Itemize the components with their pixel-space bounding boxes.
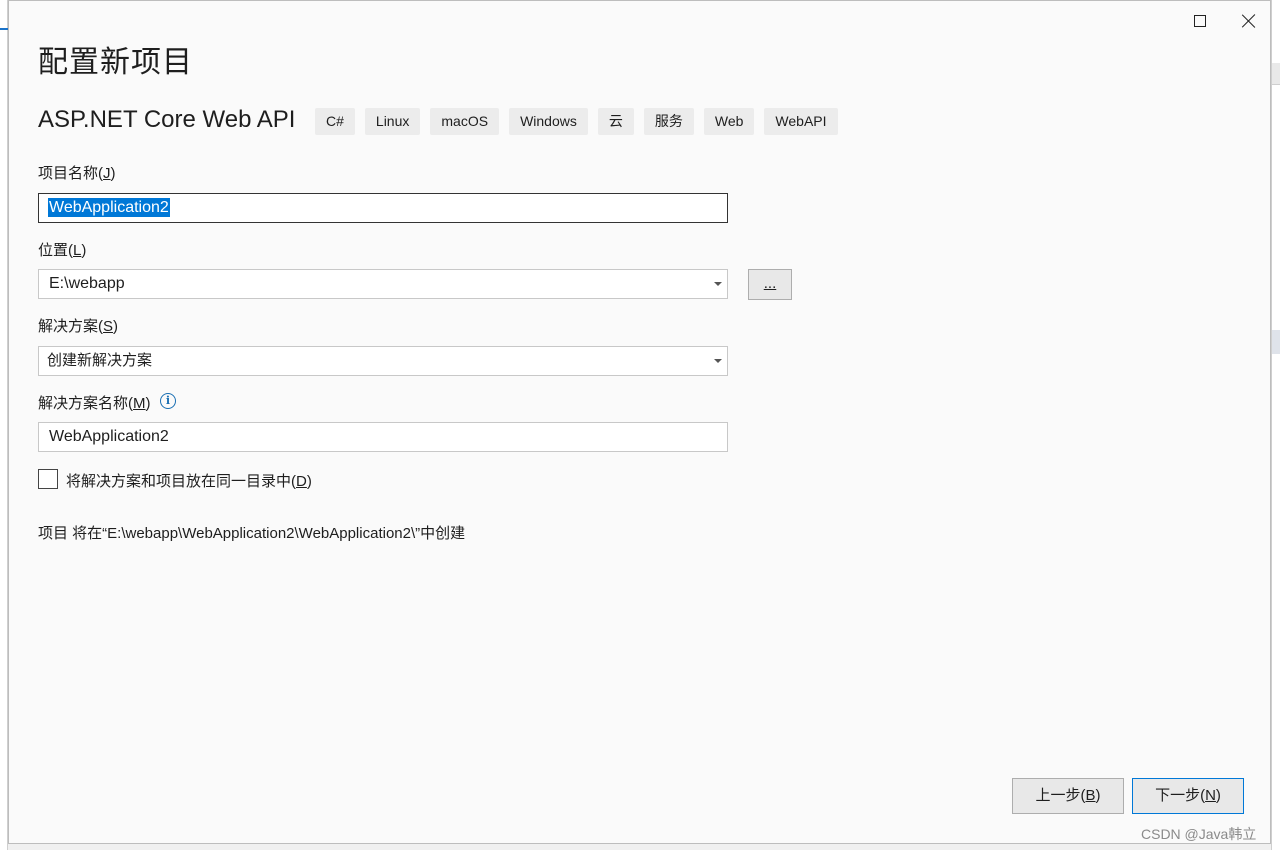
background-ide-left-edge	[0, 0, 8, 850]
solution-value: 创建新解决方案	[47, 352, 153, 369]
tag-macos: macOS	[430, 108, 500, 135]
project-name-value: WebApplication2	[48, 198, 170, 217]
same-directory-label[interactable]: 将解决方案和项目放在同一目录中(D)	[66, 470, 312, 491]
location-value: E:\webapp	[49, 275, 125, 292]
tag-webapi: WebAPI	[764, 108, 838, 135]
page-title: 配置新项目	[38, 46, 193, 79]
back-button[interactable]: 上一步(B)	[1012, 778, 1124, 814]
project-path-note: 项目 将在“E:\webapp\WebApplication2\WebAppli…	[38, 525, 466, 542]
watermark: CSDN @Java韩立	[1141, 826, 1257, 842]
info-icon[interactable]: i	[160, 393, 176, 409]
background-tab-accent	[0, 28, 8, 30]
background-ide-right-edge	[1271, 0, 1280, 850]
solution-select[interactable]: 创建新解决方案	[38, 346, 728, 376]
solution-name-label: 解决方案名称(M)	[38, 395, 151, 412]
close-button[interactable]	[1226, 5, 1272, 37]
project-name-input[interactable]: WebApplication2	[38, 193, 728, 223]
browse-button[interactable]: ...	[748, 269, 792, 300]
background-panel-header	[1272, 63, 1280, 85]
maximize-icon	[1194, 15, 1206, 27]
tag-cloud: 云	[597, 108, 634, 135]
location-combobox[interactable]: E:\webapp	[38, 269, 728, 299]
template-tags: C# Linux macOS Windows 云 服务 Web WebAPI	[315, 108, 838, 135]
tag-csharp: C#	[315, 108, 355, 135]
location-label: 位置(L)	[38, 242, 87, 259]
chevron-down-icon[interactable]	[714, 359, 722, 363]
maximize-button[interactable]	[1177, 5, 1223, 37]
template-name: ASP.NET Core Web API	[38, 106, 296, 133]
solution-name-value: WebApplication2	[49, 428, 169, 445]
solution-name-input[interactable]: WebApplication2	[38, 422, 728, 452]
same-directory-checkbox[interactable]	[38, 469, 58, 489]
next-button[interactable]: 下一步(N)	[1132, 778, 1244, 814]
tag-windows: Windows	[509, 108, 588, 135]
project-name-label: 项目名称(J)	[38, 165, 116, 182]
tag-linux: Linux	[364, 108, 421, 135]
configure-project-dialog: 配置新项目 ASP.NET Core Web API C# Linux macO…	[8, 0, 1271, 844]
tag-web: Web	[703, 108, 755, 135]
close-icon	[1242, 14, 1256, 28]
background-highlight-row	[1272, 330, 1280, 354]
tag-service: 服务	[643, 108, 694, 135]
solution-label: 解决方案(S)	[38, 318, 119, 335]
chevron-down-icon[interactable]	[714, 282, 722, 286]
